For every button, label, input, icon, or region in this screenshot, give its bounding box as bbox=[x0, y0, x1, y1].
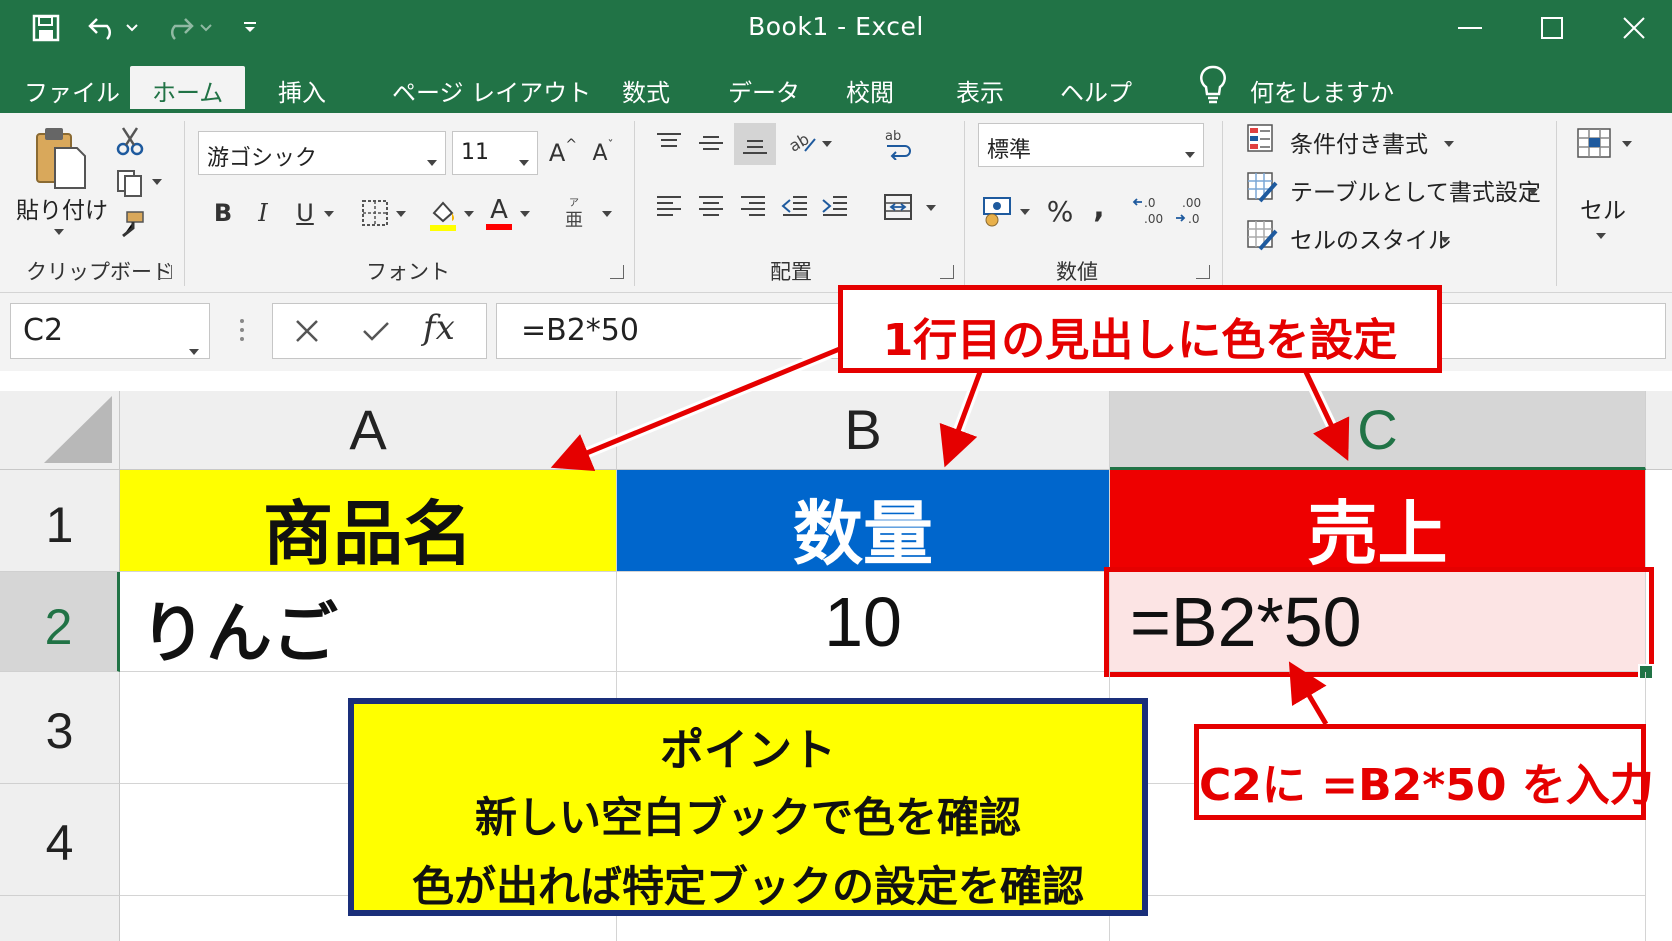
point-line-2: 色が出れば特定ブックの設定を確認 bbox=[411, 862, 1084, 911]
excel-window: { "window": { "title": "Book1 - Excel" }… bbox=[0, 0, 1672, 941]
arrow-to-a1 bbox=[550, 342, 845, 472]
header-color-callout: 1行目の見出しに色を設定 bbox=[838, 285, 1442, 373]
arrow-to-b1 bbox=[939, 370, 986, 468]
arrow-to-c1 bbox=[1301, 369, 1350, 462]
point-box: ポイント 新しい空白ブックで色を確認 色が出れば特定ブックの設定を確認 bbox=[348, 698, 1148, 916]
point-title: ポイント bbox=[660, 725, 836, 776]
arrow-to-c2 bbox=[1288, 661, 1331, 727]
c2-input-callout: C2に =B2*50 を入力 bbox=[1194, 724, 1654, 820]
point-line-1: 新しい空白ブックで色を確認 bbox=[474, 793, 1021, 842]
